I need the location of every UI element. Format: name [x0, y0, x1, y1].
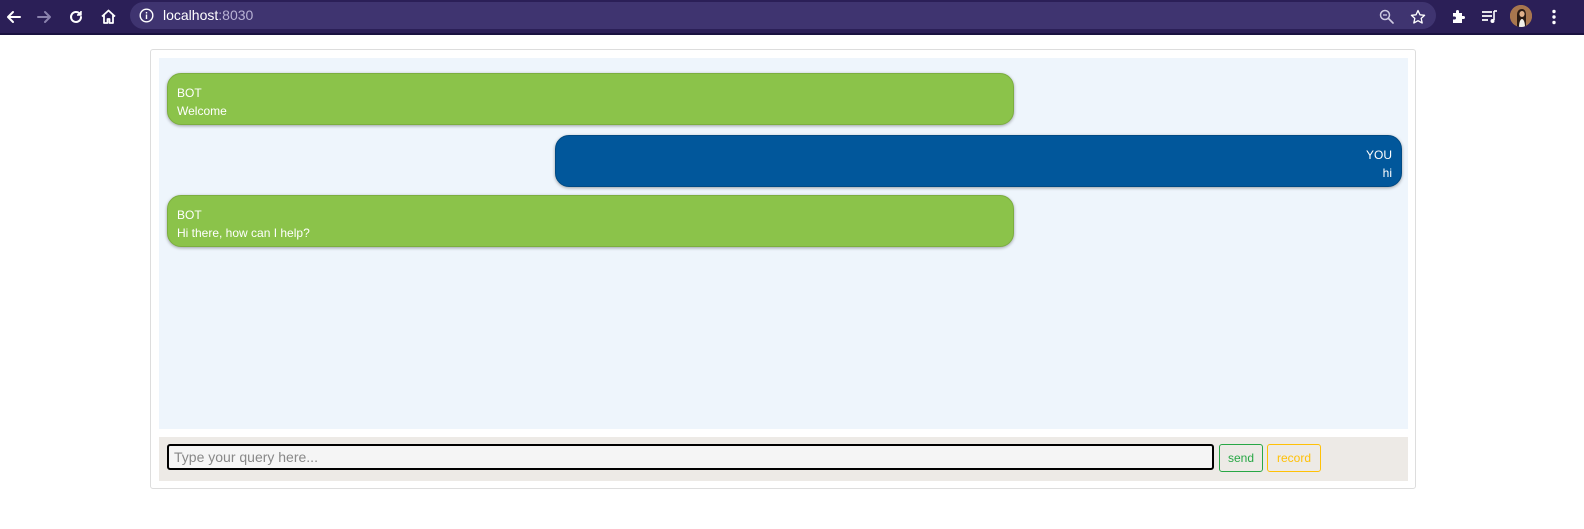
query-input[interactable] — [167, 444, 1214, 470]
address-bar[interactable]: localhost:8030 — [130, 2, 1436, 29]
chat-log[interactable]: BOT Welcome YOU hi BOT Hi there, how can… — [159, 58, 1408, 429]
message-text: Hi there, how can I help? — [177, 226, 310, 240]
media-queue-icon[interactable] — [1479, 0, 1501, 33]
bot-message: BOT Hi there, how can I help? — [167, 195, 1014, 247]
browser-toolbar: localhost:8030 — [0, 0, 1584, 35]
message-sender: BOT — [177, 208, 202, 222]
menu-icon[interactable] — [1544, 0, 1564, 33]
message-composer: send record — [159, 437, 1408, 481]
message-text: hi — [1382, 166, 1392, 180]
info-icon[interactable] — [139, 8, 154, 23]
chatbot-card: BOT Welcome YOU hi BOT Hi there, how can… — [150, 49, 1416, 489]
profile-avatar[interactable] — [1510, 5, 1532, 27]
record-button[interactable]: record — [1267, 444, 1321, 472]
extensions-icon[interactable] — [1448, 0, 1468, 33]
forward-icon[interactable] — [34, 0, 54, 33]
user-message: YOU hi — [555, 135, 1402, 187]
back-icon[interactable] — [4, 0, 24, 33]
zoom-icon[interactable] — [1378, 0, 1394, 33]
home-icon[interactable] — [98, 0, 118, 33]
message-text: Welcome — [177, 104, 227, 118]
url-host: localhost — [163, 7, 219, 23]
reload-icon[interactable] — [66, 0, 86, 33]
bot-message: BOT Welcome — [167, 73, 1014, 125]
message-sender: YOU — [1365, 148, 1392, 162]
url-port: :8030 — [218, 7, 254, 23]
bookmark-star-icon[interactable] — [1409, 0, 1427, 33]
address-url: localhost:8030 — [163, 7, 253, 24]
send-button[interactable]: send — [1219, 444, 1263, 472]
message-sender: BOT — [177, 86, 202, 100]
